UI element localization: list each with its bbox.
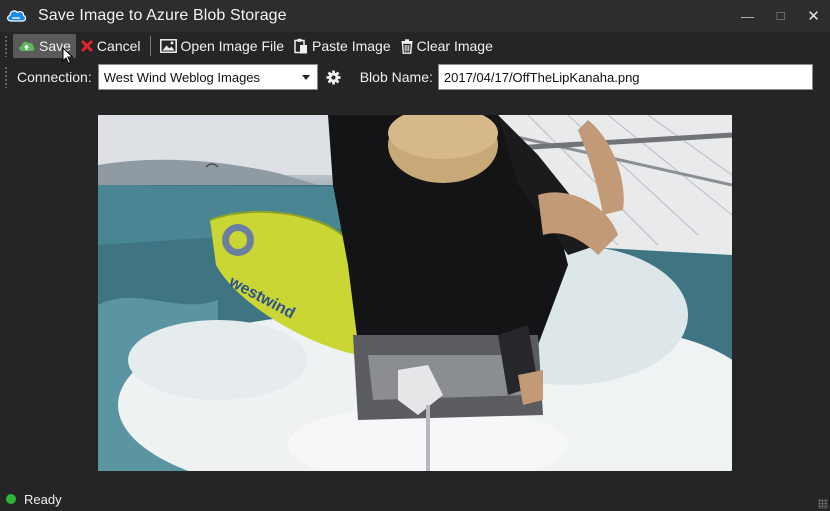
- toolbar-grip[interactable]: [4, 35, 9, 57]
- open-image-file-label: Open Image File: [180, 38, 285, 54]
- connection-row: Connection: West Wind Weblog Images Blob…: [0, 61, 830, 93]
- status-indicator-icon: [6, 494, 16, 504]
- paste-image-label: Paste Image: [312, 38, 391, 54]
- blob-name-input[interactable]: 2017/04/17/OffTheLipKanaha.png: [437, 64, 813, 90]
- clear-image-button[interactable]: Clear Image: [396, 34, 498, 58]
- cancel-label: Cancel: [96, 38, 141, 54]
- status-bar: Ready: [0, 487, 830, 511]
- image-icon: [159, 39, 177, 53]
- blob-name-label: Blob Name:: [359, 69, 433, 85]
- status-text: Ready: [24, 491, 62, 507]
- open-image-file-button[interactable]: Open Image File: [155, 34, 290, 58]
- toolbar-separator: [149, 36, 151, 56]
- resize-grip-icon[interactable]: [818, 499, 828, 509]
- blob-name-value: 2017/04/17/OffTheLipKanaha.png: [443, 69, 640, 85]
- title-bar: Save Image to Azure Blob Storage — ☐ ✕: [0, 0, 830, 32]
- cloud-upload-icon: [19, 41, 35, 51]
- close-button[interactable]: ✕: [797, 0, 830, 32]
- close-icon: ✕: [807, 8, 820, 25]
- clear-image-label: Clear Image: [416, 38, 493, 54]
- connection-label: Connection:: [17, 69, 92, 85]
- windsurfing-photo: westwind: [98, 115, 732, 471]
- connection-settings-button[interactable]: [326, 69, 342, 85]
- minimize-button[interactable]: —: [731, 0, 764, 32]
- azure-cloud-icon: [0, 0, 32, 32]
- connection-value: West Wind Weblog Images: [103, 69, 261, 85]
- connection-select[interactable]: West Wind Weblog Images: [97, 64, 318, 90]
- chevron-down-icon: [301, 75, 310, 80]
- maximize-button[interactable]: ☐: [764, 0, 797, 32]
- cancel-x-icon: [81, 40, 93, 52]
- paste-image-button[interactable]: Paste Image: [289, 34, 396, 58]
- connection-grip[interactable]: [4, 66, 9, 88]
- cancel-button[interactable]: Cancel: [76, 34, 146, 58]
- minimize-icon: —: [741, 8, 754, 24]
- window-title: Save Image to Azure Blob Storage: [38, 7, 287, 24]
- paste-clipboard-icon: [294, 38, 308, 54]
- gear-icon: [326, 69, 341, 85]
- trash-icon: [401, 38, 413, 54]
- maximize-icon: ☐: [775, 10, 786, 23]
- image-preview: westwind: [98, 115, 732, 471]
- toolbar: Save Cancel Open Image File Paste Image: [0, 32, 830, 60]
